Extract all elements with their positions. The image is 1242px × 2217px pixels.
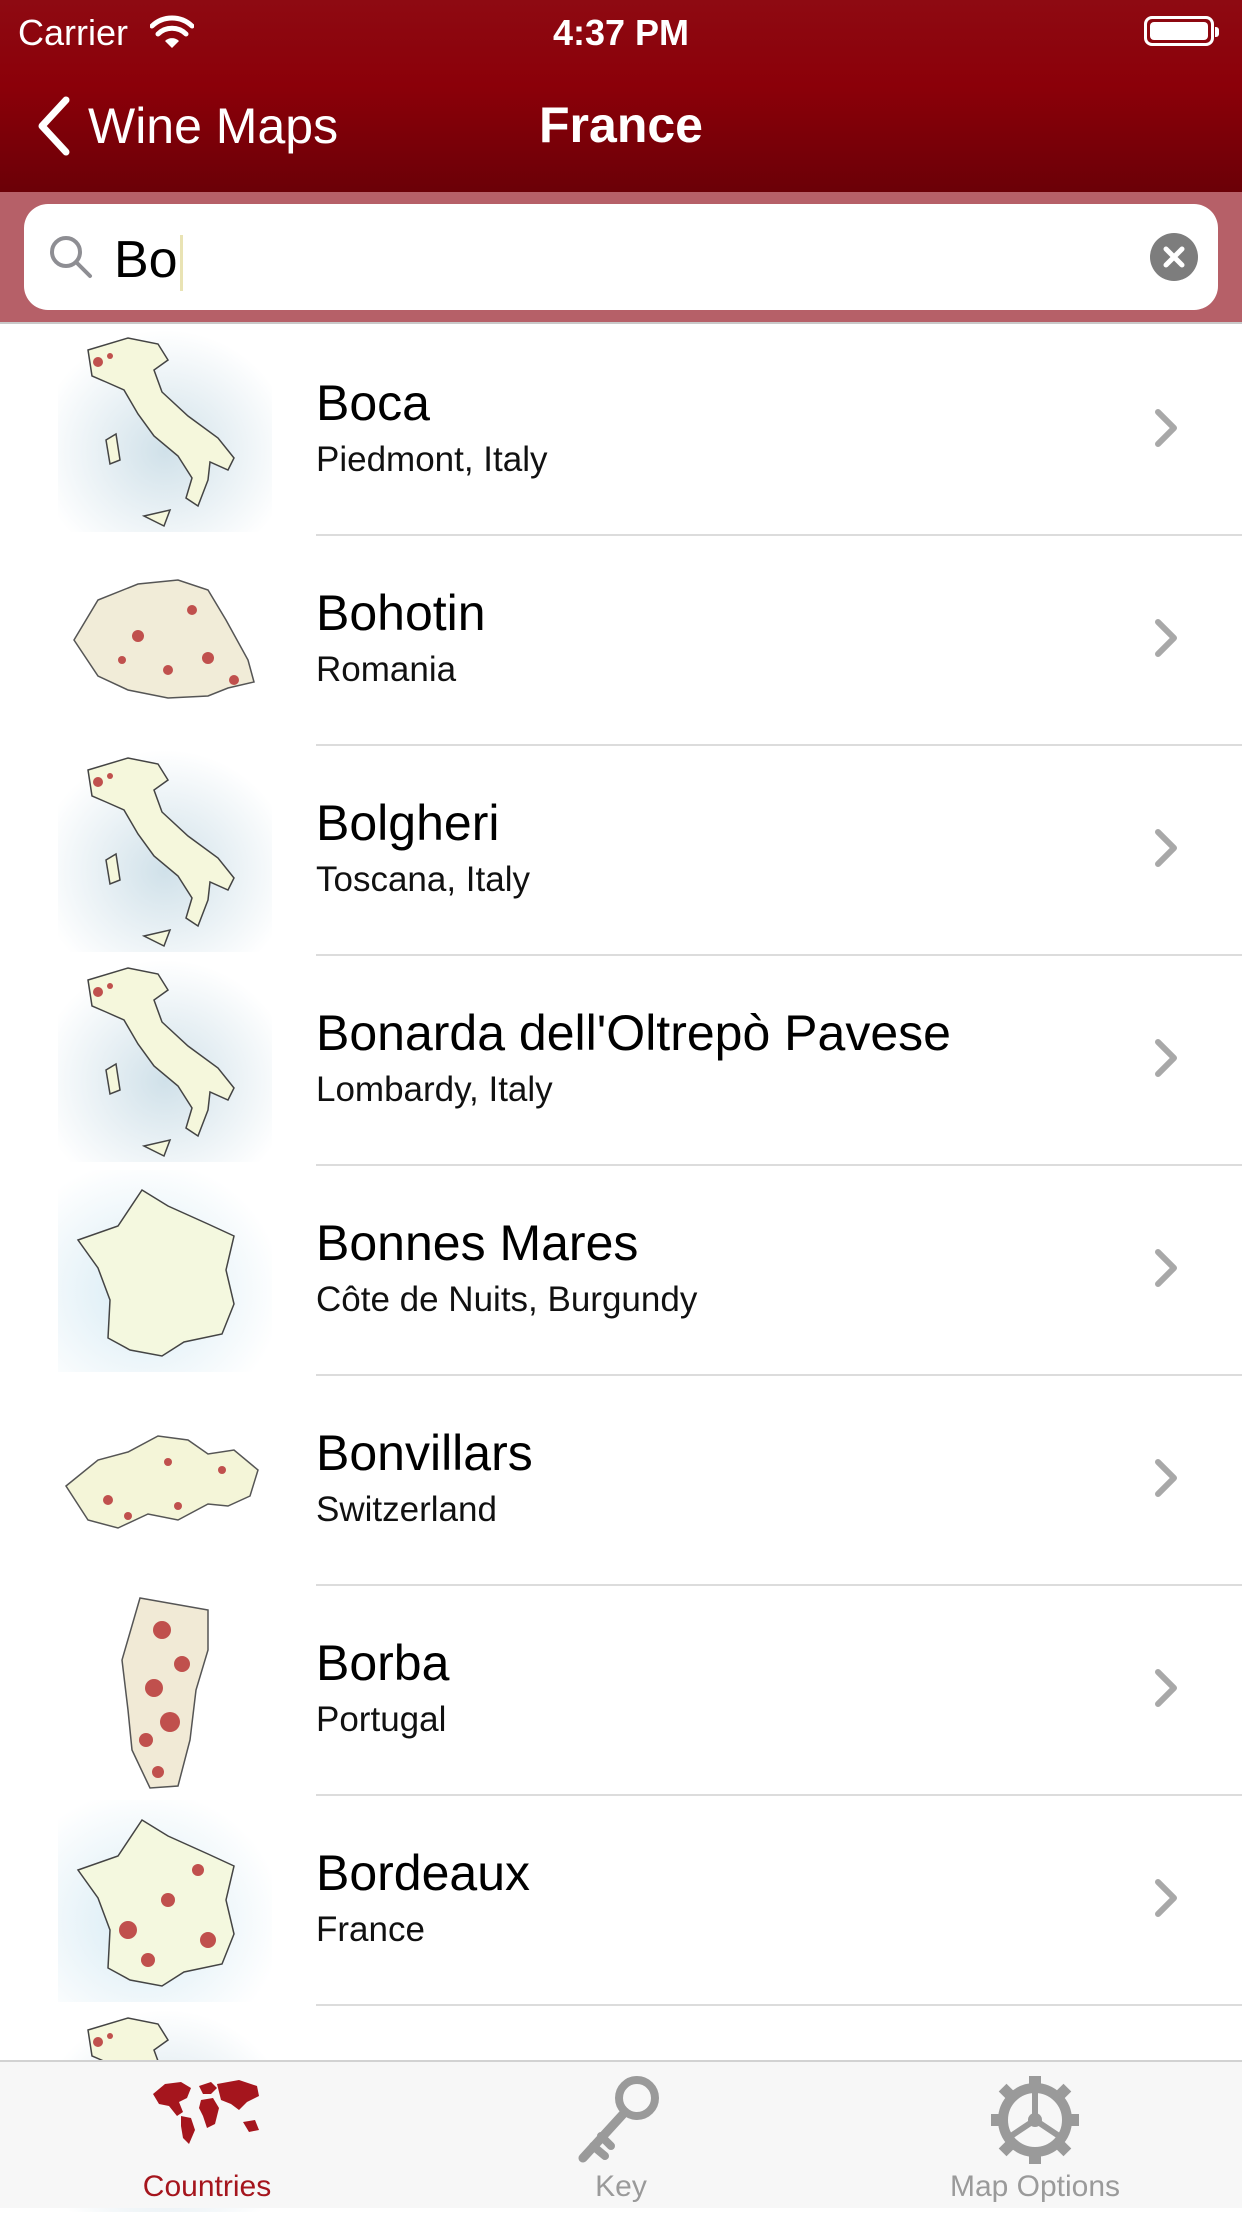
item-region: France: [316, 1910, 425, 1949]
item-name: Bolgheri: [316, 795, 500, 851]
key-icon: [578, 2076, 659, 2163]
tab-map-options[interactable]: Map Options: [828, 2062, 1242, 2208]
switzerland-map-icon: [58, 1380, 272, 1582]
italy-map-icon: [58, 750, 272, 952]
results-list: Boca Piedmont, Italy Bohotin Romania Bol…: [0, 326, 1242, 2216]
list-item[interactable]: Bohotin Romania: [0, 536, 1242, 746]
search-icon: [50, 236, 92, 278]
close-icon: [1163, 246, 1185, 268]
tab-label: Countries: [142, 2170, 272, 2203]
france-map-icon: [58, 1800, 272, 2002]
clear-search-button[interactable]: [1150, 233, 1198, 281]
list-item[interactable]: Bolgheri Toscana, Italy: [0, 746, 1242, 956]
list-item[interactable]: Boca Piedmont, Italy: [0, 326, 1242, 536]
item-name: Bonarda dell'Oltrepò Pavese: [316, 1005, 951, 1061]
item-name: Bordeaux: [316, 1845, 531, 1901]
item-region: Portugal: [316, 1700, 447, 1739]
tab-countries[interactable]: Countries: [0, 2062, 414, 2208]
item-region: Switzerland: [316, 1490, 497, 1529]
chevron-right-icon: [1155, 829, 1177, 867]
tab-label: Key: [595, 2170, 647, 2203]
chevron-right-icon: [1155, 1669, 1177, 1707]
search-value: Bo: [114, 231, 178, 289]
steering-wheel-icon: [991, 2076, 1079, 2164]
item-name: Borba: [316, 1635, 450, 1691]
italy-map-icon: [58, 330, 272, 532]
list-item[interactable]: Bonvillars Switzerland: [0, 1376, 1242, 1586]
page-title: France: [539, 97, 703, 153]
france-map-icon: [58, 1170, 272, 1372]
item-region: Lombardy, Italy: [316, 1070, 553, 1109]
list-item[interactable]: Borba Portugal: [0, 1586, 1242, 1796]
list-item[interactable]: Bonnes Mares Côte de Nuits, Burgundy: [0, 1166, 1242, 1376]
world-map-icon: [153, 2080, 259, 2144]
item-name: Bonvillars: [316, 1425, 533, 1481]
list-item[interactable]: Bonarda dell'Oltrepò Pavese Lombardy, It…: [0, 956, 1242, 1166]
chevron-right-icon: [1155, 409, 1177, 447]
chevron-right-icon: [1155, 1039, 1177, 1077]
item-name: Bonnes Mares: [316, 1215, 639, 1271]
battery-icon: [1144, 16, 1219, 46]
item-region: Côte de Nuits, Burgundy: [316, 1280, 698, 1319]
chevron-right-icon: [1155, 619, 1177, 657]
tab-bar: Countries Key Map Options: [0, 2060, 1242, 2208]
search-input[interactable]: Bo: [24, 204, 1218, 310]
chevron-right-icon: [1155, 1879, 1177, 1917]
portugal-map-icon: [58, 1590, 272, 1792]
status-time: 4:37 PM: [552, 12, 690, 53]
status-bar: Carrier 4:37 PM: [0, 8, 1242, 58]
search-bar: Bo: [0, 192, 1242, 324]
italy-map-icon: [58, 960, 272, 1162]
text-cursor: [179, 235, 183, 292]
tab-key[interactable]: Key: [414, 2062, 828, 2208]
list-item[interactable]: Bordeaux France: [0, 1796, 1242, 2006]
item-region: Toscana, Italy: [316, 860, 530, 899]
romania-map-icon: [58, 540, 272, 742]
chevron-right-icon: [1155, 1249, 1177, 1287]
item-region: Piedmont, Italy: [316, 440, 548, 479]
item-name: Bohotin: [316, 585, 486, 641]
navigation-header: Carrier 4:37 PM Wine Maps France: [0, 0, 1242, 192]
chevron-right-icon: [1155, 1459, 1177, 1497]
tab-label: Map Options: [949, 2170, 1121, 2203]
item-region: Romania: [316, 650, 457, 689]
item-name: Boca: [316, 375, 430, 431]
